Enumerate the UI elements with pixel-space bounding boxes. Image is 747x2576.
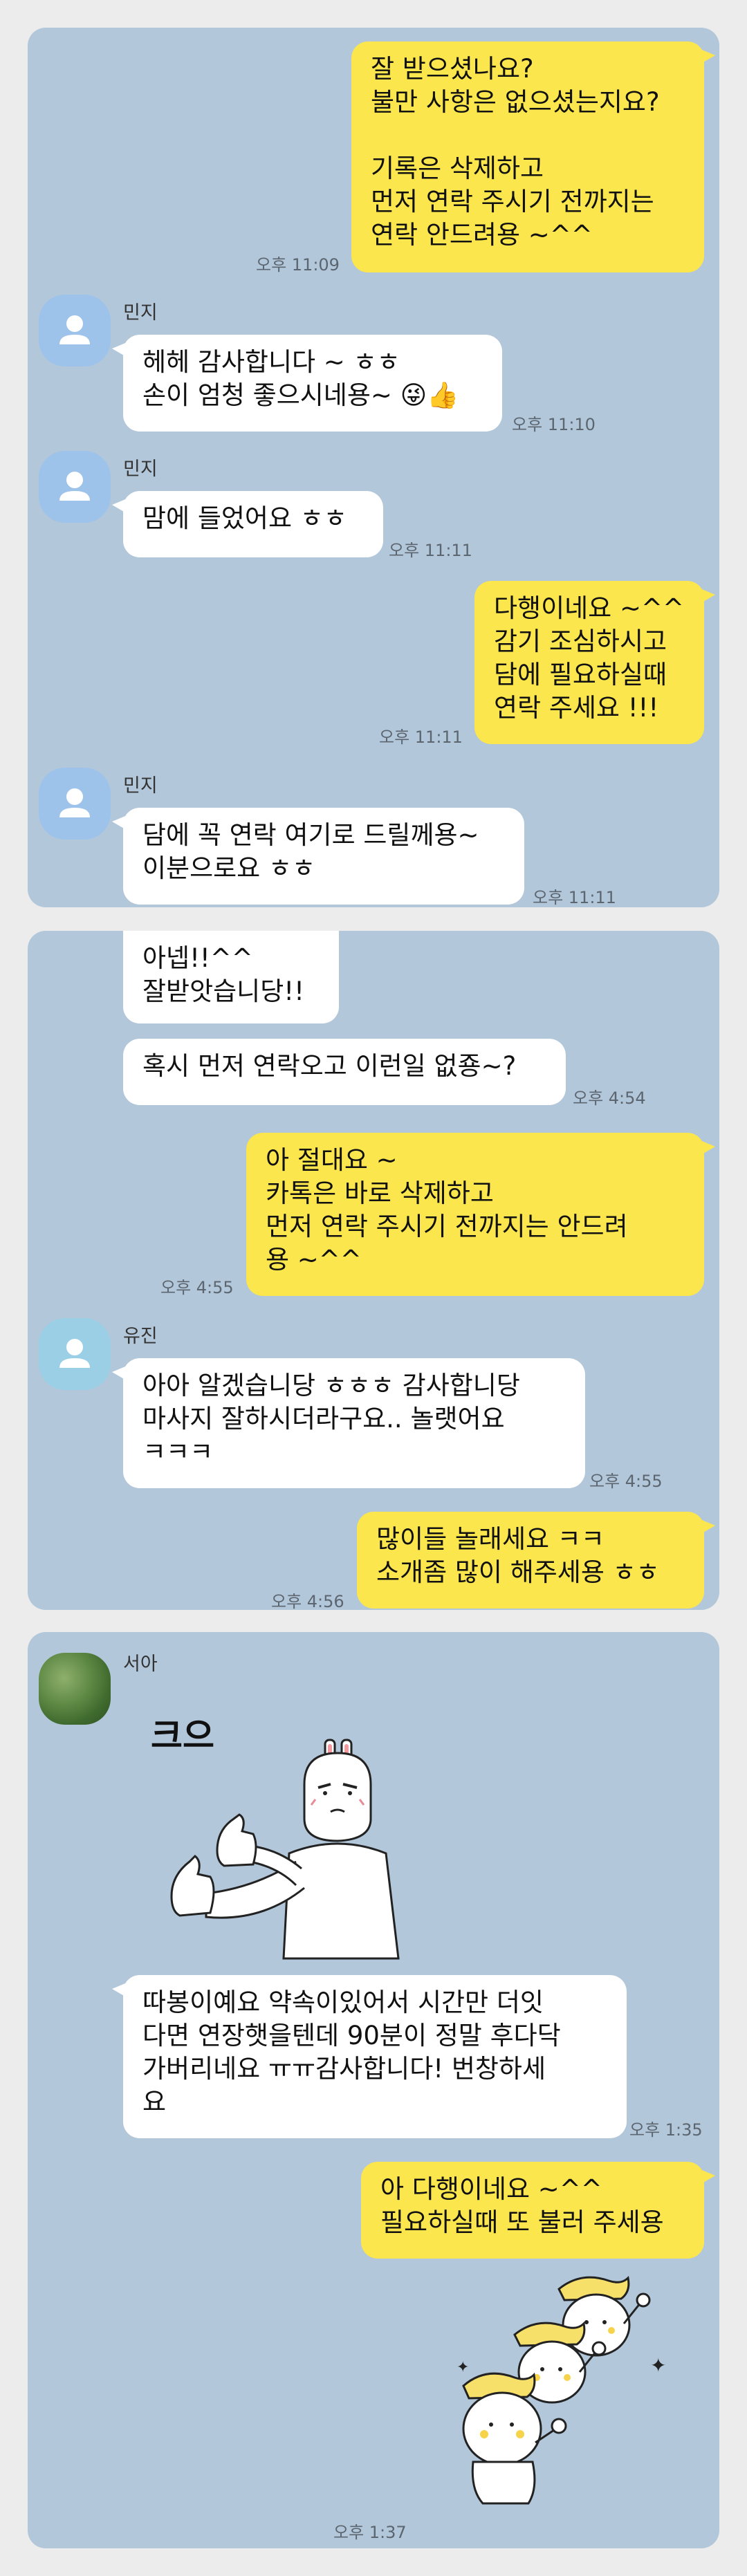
message-time: 오후 11:09 <box>256 255 340 275</box>
message-time: 오후 4:56 <box>271 1592 344 1610</box>
message-bubble-theirs[interactable]: 담에 꼭 연락 여기로 드릴께용~ 이분으로요 ㅎㅎ <box>112 808 524 905</box>
avatar[interactable] <box>39 295 111 367</box>
message-bubble-mine[interactable]: 많이들 놀래세요 ㅋㅋ 소개좀 많이 해주세용 ㅎㅎ <box>357 1512 715 1609</box>
svg-text:✦: ✦ <box>650 2354 666 2377</box>
message-bubble-theirs[interactable]: 맘에 들었어요 ㅎㅎ <box>112 491 383 557</box>
message-bubble-theirs[interactable]: 따봉이예요 약속이있어서 시간만 더잇 다면 연장햇을텐데 90분이 정말 후다… <box>112 1975 627 2138</box>
message-time: 오후 11:10 <box>512 415 596 434</box>
three-cheering-characters-sticker[interactable]: ✦ ✦ <box>443 2268 712 2517</box>
message-bubble-mine[interactable]: 아 다행이네요 ~^^ 필요하실때 또 불러 주세용 <box>361 2162 715 2259</box>
avatar[interactable] <box>39 1318 111 1390</box>
avatar[interactable] <box>39 768 111 840</box>
message-time: 오후 11:11 <box>389 541 472 560</box>
avatar[interactable] <box>39 451 111 523</box>
message-bubble-theirs[interactable]: 아넵!!^^ 잘받앗습니당!! <box>123 931 339 1023</box>
character-icon <box>170 1739 400 1960</box>
chat-screenshot-2: 아넵!!^^ 잘받앗습니당!! 혹시 먼저 연락오고 이런일 없죵~? 오후 4… <box>28 931 719 1610</box>
avatar[interactable] <box>39 1653 111 1725</box>
thumbs-up-character-sticker[interactable]: 크으 <box>123 1680 427 1964</box>
sender-name: 민지 <box>123 302 158 324</box>
sender-name: 민지 <box>123 775 158 797</box>
sender-name: 민지 <box>123 458 158 480</box>
message-bubble-mine[interactable]: 다행이네요 ~^^ 감기 조심하시고 담에 필요하실때 연락 주세요 !!! <box>474 581 715 744</box>
person-icon <box>59 788 90 817</box>
sender-name: 서아 <box>123 1653 158 1675</box>
person-icon <box>59 472 90 501</box>
message-time: 오후 4:55 <box>589 1472 663 1491</box>
message-time: 오후 11:11 <box>379 728 463 747</box>
person-icon <box>59 315 90 344</box>
chat-screenshot-3: 서아 크으 따봉이예요 약속이있어서 시간만 더잇 다면 연장햇을텐데 90분이… <box>28 1632 719 2548</box>
message-time: 오후 1:37 <box>333 2523 407 2542</box>
message-time: 오후 4:54 <box>573 1088 646 1108</box>
message-bubble-mine[interactable]: 잘 받으셨나요? 불만 사항은 없으셨는지요? 기록은 삭제하고 먼저 연락 주… <box>351 41 715 272</box>
cheering-characters-icon: ✦ ✦ <box>456 2275 666 2505</box>
message-bubble-theirs[interactable]: 혹시 먼저 연락오고 이런일 없죵~? <box>123 1039 566 1105</box>
message-time: 오후 1:35 <box>629 2120 703 2140</box>
sender-name: 유진 <box>123 1326 158 1347</box>
message-time: 오후 4:55 <box>160 1278 234 1297</box>
message-bubble-theirs[interactable]: 헤헤 감사합니다 ~ ㅎㅎ 손이 엄청 좋으시네용~ 😜👍 <box>112 335 502 432</box>
message-bubble-mine[interactable]: 아 절대요 ~ 카톡은 바로 삭제하고 먼저 연락 주시기 전까지는 안드려 용… <box>246 1133 715 1296</box>
chat-screenshot-1: 잘 받으셨나요? 불만 사항은 없으셨는지요? 기록은 삭제하고 먼저 연락 주… <box>28 28 719 907</box>
person-icon <box>59 1339 90 1368</box>
message-bubble-theirs[interactable]: 아아 알겠습니당 ㅎㅎㅎ 감사합니당 마사지 잘하시더라구요.. 놀랫어요 ㅋㅋ… <box>112 1358 585 1488</box>
message-time: 오후 11:11 <box>533 888 616 907</box>
svg-text:✦: ✦ <box>456 2359 469 2376</box>
